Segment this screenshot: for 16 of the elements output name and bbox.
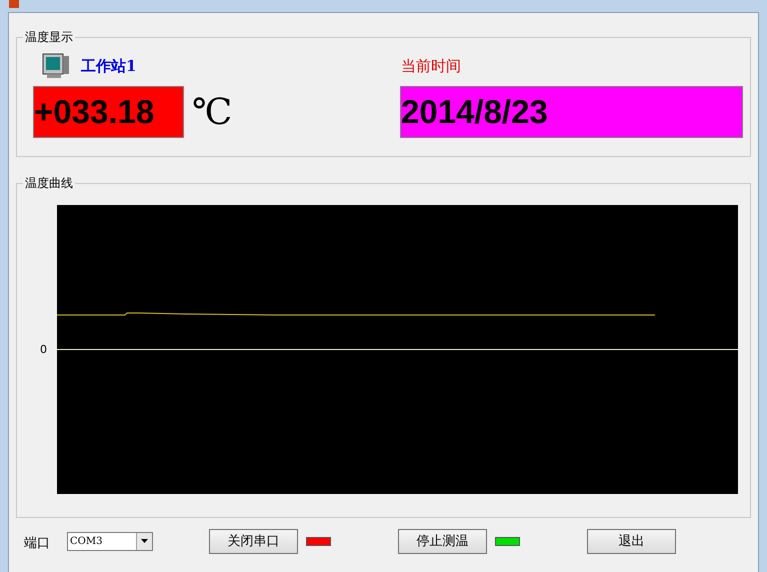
- action-button[interactable]: 关闭串口: [209, 528, 298, 554]
- group-title: 温度显示: [24, 29, 74, 46]
- date-display: 2014/8/23: [400, 86, 743, 138]
- temperature-display: +033.18: [33, 86, 184, 138]
- port-label: 端口: [24, 535, 50, 552]
- action-button[interactable]: 停止测温: [398, 528, 487, 554]
- station-label: 工作站1: [81, 56, 136, 76]
- computer-icon: [41, 52, 71, 80]
- action-button[interactable]: 退出: [587, 528, 676, 554]
- group-title: 温度曲线: [24, 175, 74, 192]
- caret-icon: [141, 539, 148, 543]
- axis-label: 0: [39, 343, 48, 356]
- app-icon: [8, 0, 20, 8]
- unit-label: ℃: [192, 92, 232, 132]
- time-label: 当前时间: [401, 56, 461, 76]
- port-dropdown[interactable]: COM3: [67, 532, 153, 550]
